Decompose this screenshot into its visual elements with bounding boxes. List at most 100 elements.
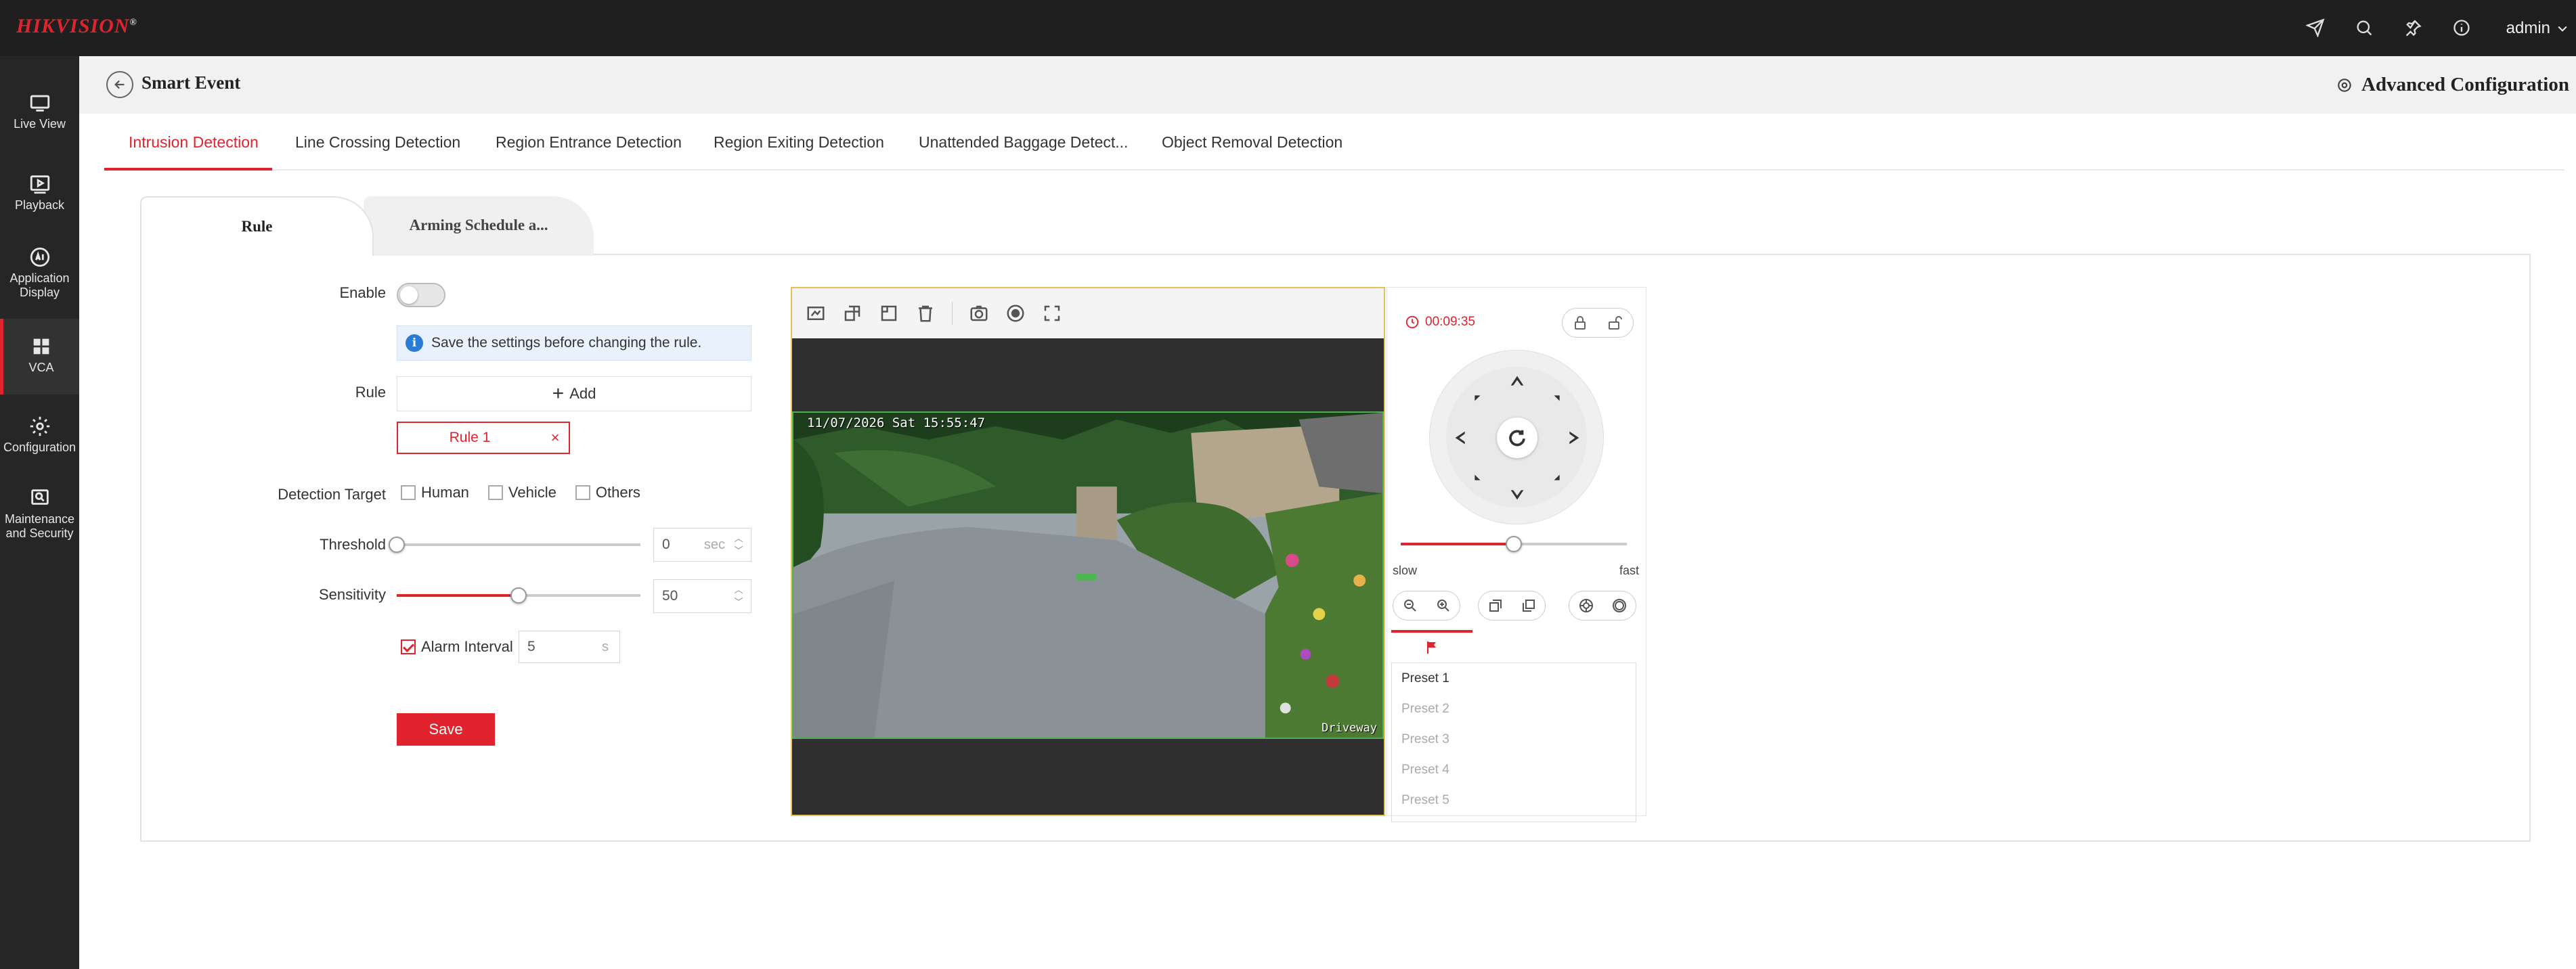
pin-icon[interactable] — [2400, 15, 2426, 41]
fullscreen-icon[interactable] — [1042, 303, 1062, 323]
delete-icon[interactable] — [915, 303, 936, 323]
sensitivity-slider[interactable] — [397, 587, 640, 604]
tab-intrusion-detection[interactable]: Intrusion Detection — [104, 114, 272, 171]
live-video-panel: 11/07/2026 Sat 15:55:47 Driveway — [791, 287, 1385, 816]
tab-unattended-baggage-detection[interactable]: Unattended Baggage Detect... — [919, 114, 1128, 171]
ptz-speed-slider-fill — [1401, 543, 1514, 545]
info-icon[interactable] — [2449, 15, 2474, 41]
sidebar-item-vca[interactable]: VCA — [0, 319, 79, 395]
ptz-timer: 00:09:35 — [1405, 315, 1475, 330]
pan-up-button[interactable] — [1507, 372, 1527, 392]
chevron-up-icon[interactable]: ︿ — [734, 585, 743, 595]
ptz-speed-slider[interactable] — [1401, 536, 1627, 552]
top-bar: HIKVISION® admin — [0, 0, 2576, 56]
detection-target-label: Detection Target — [278, 486, 386, 503]
capture-icon[interactable] — [969, 303, 989, 323]
user-menu[interactable]: admin — [2506, 19, 2569, 38]
back-button[interactable] — [106, 71, 133, 98]
checkbox-box — [487, 485, 503, 500]
chevron-down-icon[interactable]: ﹀ — [734, 598, 743, 607]
lock-icon[interactable] — [1572, 315, 1588, 331]
pan-left-button[interactable] — [1451, 428, 1472, 448]
send-icon[interactable] — [2302, 15, 2328, 41]
target-human-label: Human — [421, 484, 469, 501]
iris-open-icon[interactable] — [1578, 598, 1594, 614]
unlock-icon[interactable] — [1607, 315, 1623, 331]
pan-up-left-button[interactable] — [1468, 388, 1488, 409]
close-icon[interactable]: × — [542, 429, 569, 447]
alarm-interval-input[interactable]: 5 s — [519, 631, 620, 663]
threshold-input[interactable]: 0 sec ︿ ﹀ — [653, 528, 751, 562]
zoom-in-icon[interactable] — [1435, 598, 1451, 614]
draw-area-icon[interactable] — [806, 303, 826, 323]
tab-line-crossing-detection[interactable]: Line Crossing Detection — [295, 114, 460, 171]
sidebar-item-application-display[interactable]: Application Display — [0, 246, 79, 320]
min-size-icon[interactable] — [879, 303, 899, 323]
checkbox-box — [401, 639, 416, 654]
toolbar-divider — [952, 302, 953, 325]
preset-item[interactable]: Preset 4 — [1392, 754, 1636, 785]
ptz-speed-slider-handle[interactable] — [1506, 536, 1522, 552]
pan-down-left-button[interactable] — [1468, 467, 1488, 487]
subtab-rule[interactable]: Rule — [140, 196, 374, 256]
pan-right-button[interactable] — [1563, 428, 1583, 448]
sidebar-item-label: Application Display — [9, 271, 70, 299]
chevron-up-icon[interactable]: ︿ — [734, 534, 743, 543]
target-others-label: Others — [595, 484, 640, 501]
preset-tab[interactable] — [1391, 630, 1472, 662]
auto-rotate-button[interactable] — [1497, 418, 1537, 458]
sidebar-item-configuration[interactable]: Configuration — [0, 415, 79, 473]
sidebar-item-label: VCA — [28, 361, 54, 374]
rule-chip[interactable]: Rule 1 × — [397, 422, 570, 454]
pan-down-button[interactable] — [1507, 483, 1527, 503]
preset-item[interactable]: Preset 3 — [1392, 724, 1636, 754]
threshold-slider-handle[interactable] — [389, 537, 405, 553]
target-human-checkbox[interactable]: Human — [401, 484, 469, 501]
alarm-interval-checkbox[interactable]: Alarm Interval — [401, 638, 513, 656]
tab-region-exiting-detection[interactable]: Region Exiting Detection — [714, 114, 884, 171]
focus-far-icon[interactable] — [1521, 598, 1537, 614]
subtab-arming-schedule[interactable]: Arming Schedule a... — [364, 196, 594, 256]
pan-up-right-button[interactable] — [1546, 388, 1567, 409]
enable-toggle[interactable] — [397, 283, 445, 307]
preset-item[interactable]: Preset 2 — [1392, 694, 1636, 724]
sensitivity-slider-handle[interactable] — [510, 587, 527, 604]
save-button[interactable]: Save — [397, 713, 495, 746]
max-size-icon[interactable] — [842, 303, 863, 323]
advanced-configuration-label: Advanced Configuration — [2361, 74, 2569, 95]
sidebar-item-live-view[interactable]: Live View — [0, 91, 79, 150]
preset-item[interactable]: Preset 5 — [1392, 785, 1636, 815]
target-others-checkbox[interactable]: Others — [575, 484, 640, 501]
threshold-unit: sec — [703, 537, 725, 552]
speed-slow-label: slow — [1393, 564, 1418, 577]
target-vehicle-checkbox[interactable]: Vehicle — [487, 484, 556, 501]
threshold-stepper[interactable]: ︿ ﹀ — [732, 534, 745, 556]
preset-item[interactable]: Preset 1 — [1392, 663, 1636, 694]
tab-object-removal-detection[interactable]: Object Removal Detection — [1162, 114, 1342, 171]
camera-feed[interactable]: 11/07/2026 Sat 15:55:47 Driveway — [792, 411, 1384, 739]
iris-close-icon[interactable] — [1611, 598, 1628, 614]
pan-down-right-button[interactable] — [1546, 467, 1567, 487]
info-icon: i — [406, 334, 423, 352]
threshold-slider[interactable] — [389, 537, 640, 553]
sensitivity-input[interactable]: 50 ︿ ﹀ — [653, 579, 751, 613]
sidebar: Live View Playback Application Display V… — [0, 56, 79, 969]
sensitivity-stepper[interactable]: ︿ ﹀ — [732, 585, 745, 607]
sidebar-item-maintenance[interactable]: Maintenance and Security — [0, 487, 79, 561]
advanced-configuration-link[interactable]: Advanced Configuration — [2336, 74, 2569, 96]
tab-region-entrance-detection[interactable]: Region Entrance Detection — [496, 114, 682, 171]
gear-icon — [30, 416, 49, 436]
search-icon[interactable] — [2351, 15, 2377, 41]
ptz-direction-pad — [1429, 350, 1604, 524]
record-icon[interactable] — [1005, 303, 1026, 323]
chevron-down-icon[interactable]: ﹀ — [734, 546, 743, 556]
focus-near-icon[interactable] — [1487, 598, 1504, 614]
zoom-button-group — [1393, 591, 1460, 621]
zoom-out-icon[interactable] — [1402, 598, 1418, 614]
sidebar-item-label: Playback — [14, 198, 65, 212]
brand-logo: HIKVISION® — [16, 15, 137, 37]
sidebar-item-playback[interactable]: Playback — [0, 173, 79, 231]
add-rule-button[interactable]: + Add — [397, 376, 751, 411]
detection-target-group: Human Vehicle Others — [401, 484, 650, 501]
ptz-control-panel: 00:09:35 slow fast Preset 1 Preset 2 Pre… — [1387, 287, 1646, 822]
